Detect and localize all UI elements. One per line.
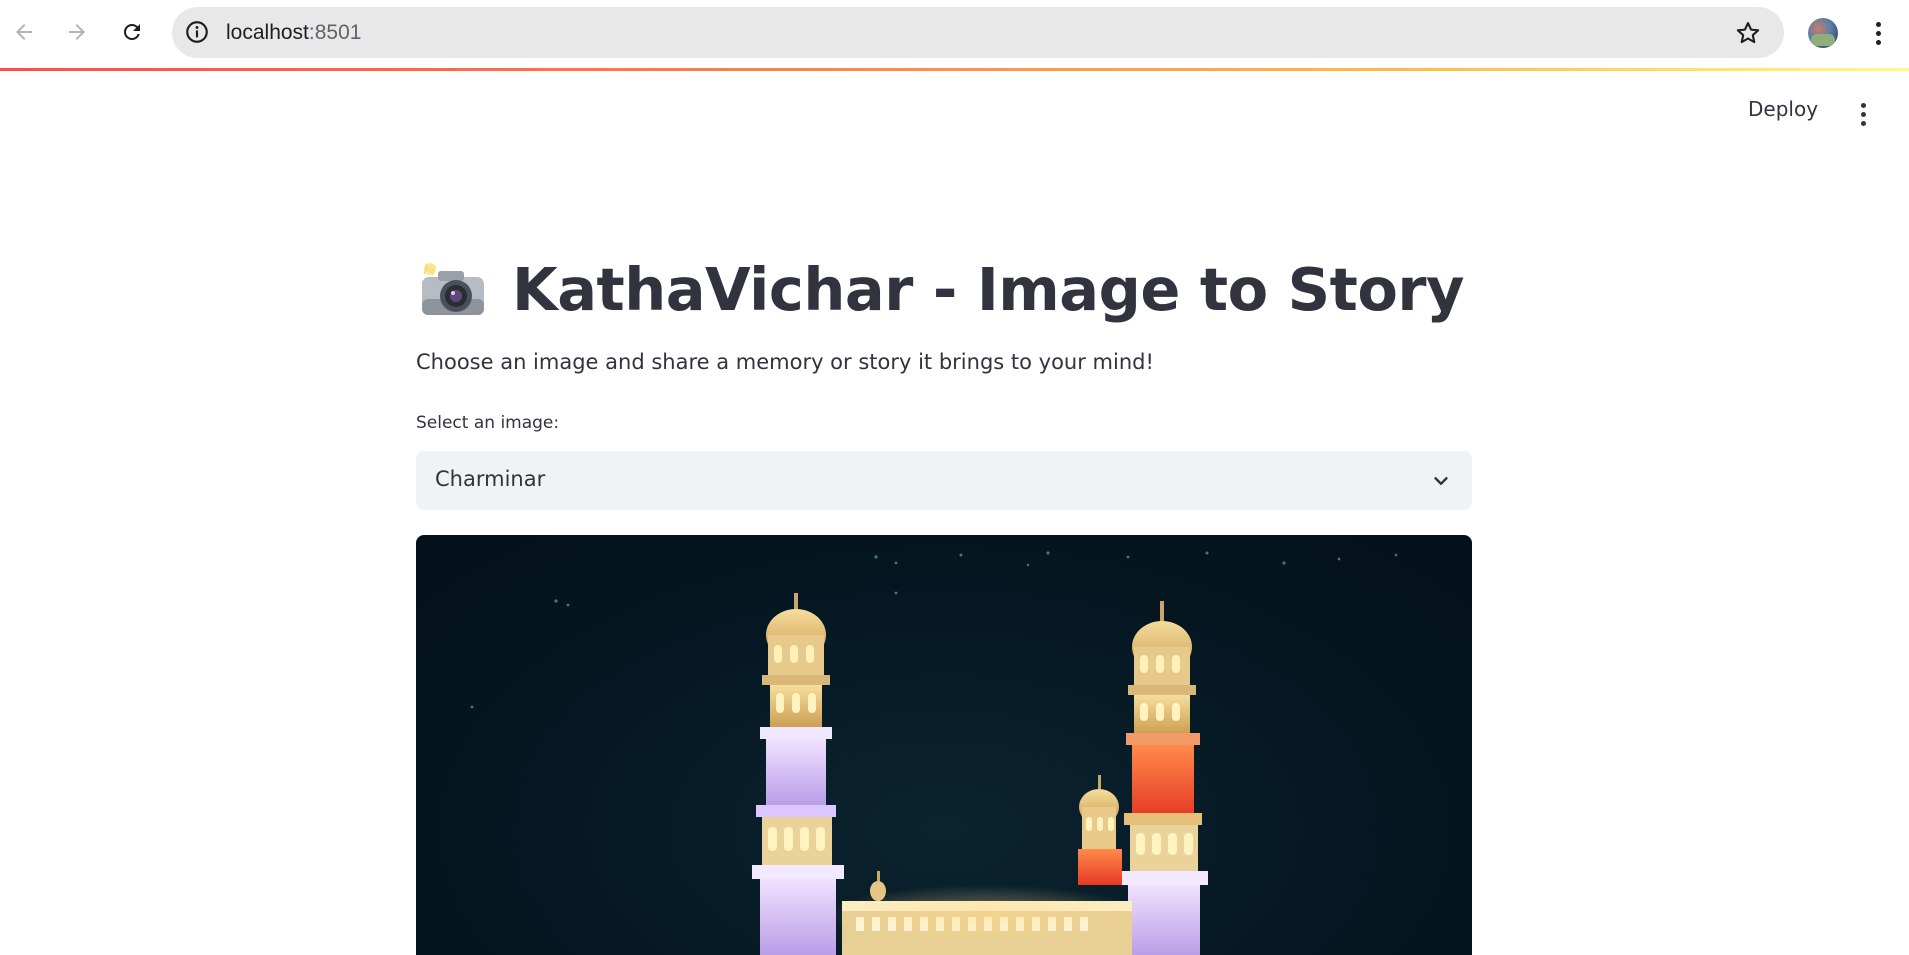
url-host: localhost xyxy=(226,21,309,44)
chevron-down-icon xyxy=(1434,477,1448,485)
camera-with-flash-icon xyxy=(422,263,484,315)
back-button[interactable] xyxy=(4,12,44,52)
browser-menu-icon[interactable] xyxy=(1866,17,1890,49)
url-text[interactable]: localhost:8501 xyxy=(226,21,361,45)
charminar-photo xyxy=(470,551,1398,955)
main-menu-icon[interactable] xyxy=(1853,101,1873,127)
page-subtitle: Choose an image and share a memory or st… xyxy=(416,350,1154,374)
image-select-label: Select an image: xyxy=(416,413,560,433)
reload-button[interactable] xyxy=(112,12,152,52)
arrow-right-icon xyxy=(69,24,85,40)
reload-icon xyxy=(123,23,140,40)
profile-avatar[interactable] xyxy=(1808,18,1838,48)
rear-minaret xyxy=(1078,775,1122,885)
forward-button[interactable] xyxy=(57,12,97,52)
right-minaret xyxy=(1120,601,1208,955)
image-select-value: Charminar xyxy=(435,467,546,491)
app-header: Deploy xyxy=(0,71,1909,157)
url-port: :8501 xyxy=(308,21,362,44)
page-title: KathaVichar - Image to Story xyxy=(416,249,1464,329)
selected-image xyxy=(416,535,1472,955)
image-select[interactable]: Charminar xyxy=(416,451,1472,510)
arrow-left-icon xyxy=(16,24,32,40)
address-bar[interactable]: localhost:8501 xyxy=(172,7,1784,58)
page-title-text: KathaVichar - Image to Story xyxy=(512,254,1464,324)
bookmark-star-icon[interactable] xyxy=(1734,19,1762,47)
deploy-button[interactable]: Deploy xyxy=(1748,97,1818,121)
left-minaret xyxy=(752,593,844,955)
site-info-icon[interactable] xyxy=(184,19,210,45)
browser-toolbar: localhost:8501 xyxy=(0,0,1909,68)
